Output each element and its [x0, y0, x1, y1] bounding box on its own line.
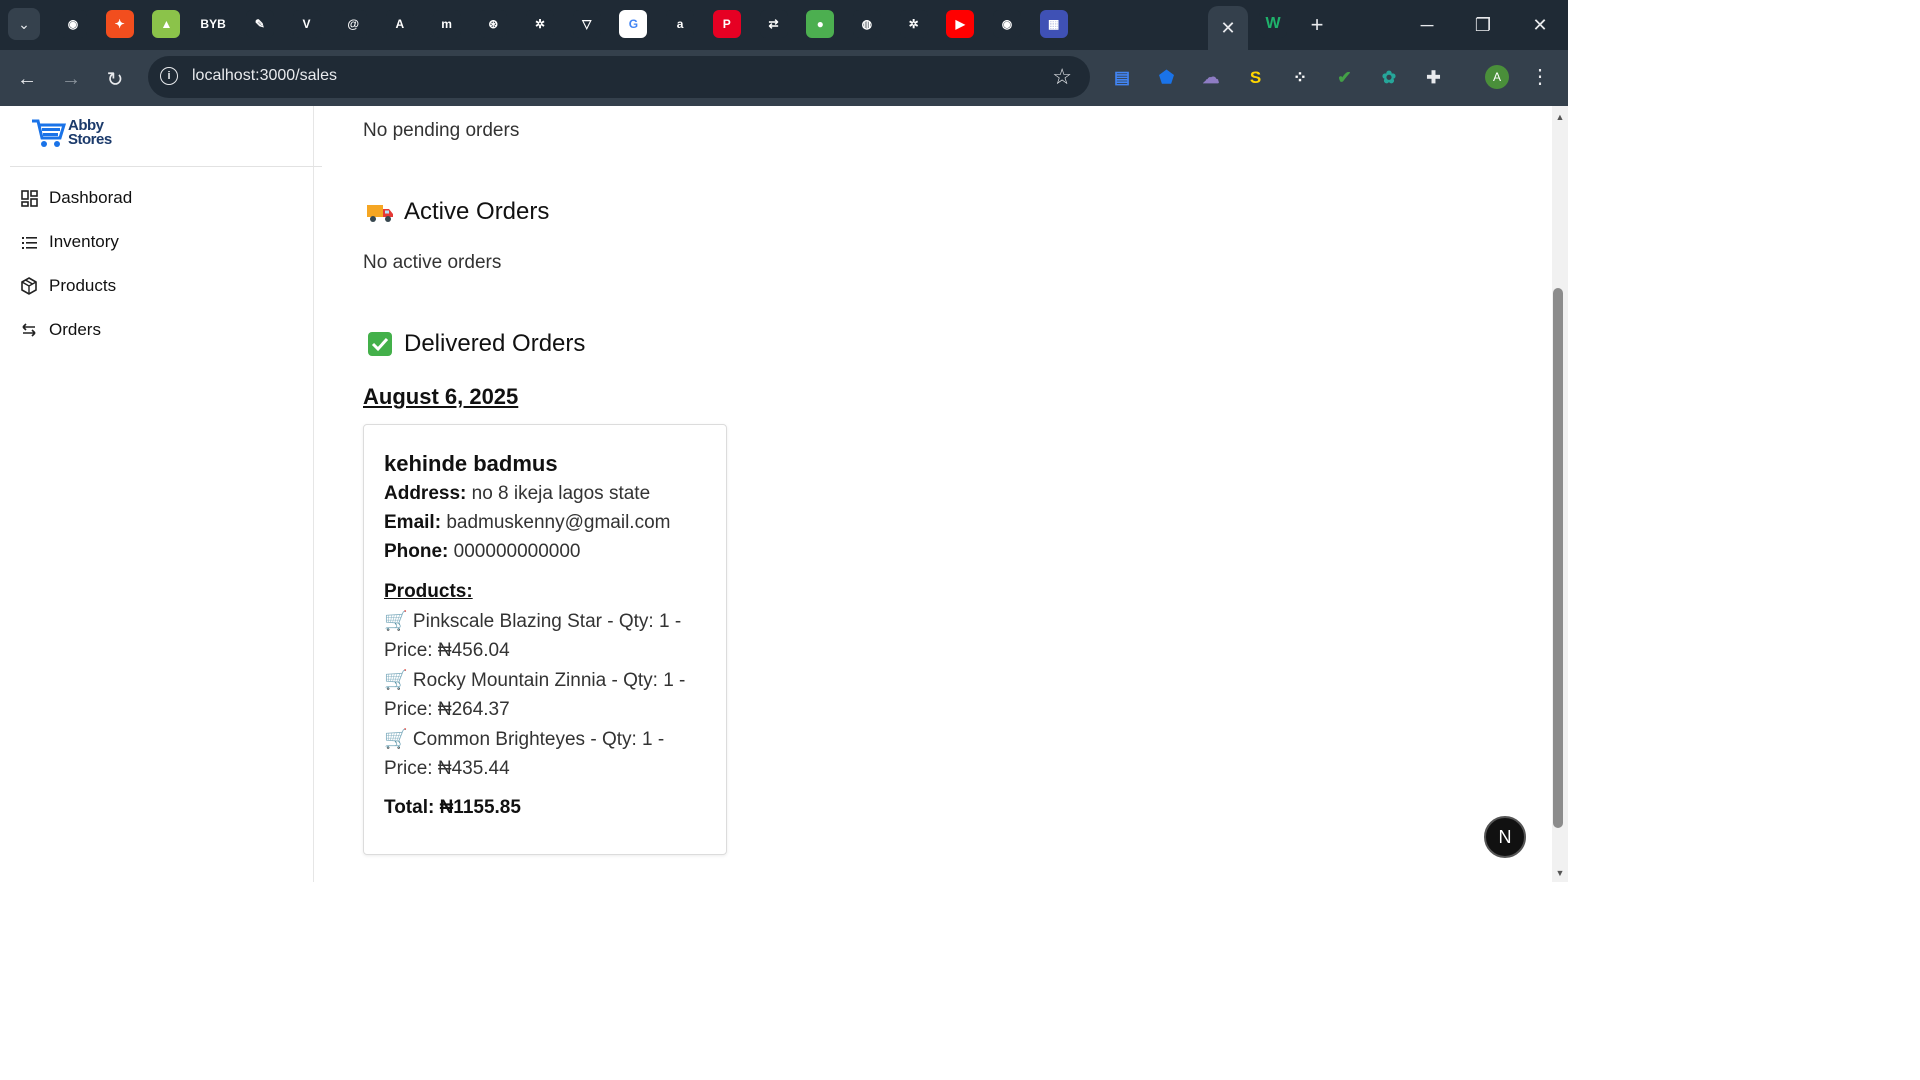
ghost-icon[interactable]: ☁: [1199, 66, 1223, 90]
sidebar-item-label: Inventory: [49, 232, 119, 251]
customer-name: kehinde badmus: [384, 451, 558, 476]
address-line: Address: no 8 ikeja lagos state: [384, 483, 650, 505]
check-box-icon: [366, 330, 394, 358]
shield-icon[interactable]: ⬟: [1155, 66, 1179, 90]
delivered-orders-title: Delivered Orders: [404, 330, 586, 357]
active-empty-text: No active orders: [363, 252, 502, 273]
email-value: badmuskenny@gmail.com: [446, 512, 671, 533]
openai-icon[interactable]: ✲: [526, 10, 554, 38]
prisma-icon[interactable]: ▽: [572, 10, 601, 38]
page-content: Abby Stores Dashborad Inventory Products: [0, 106, 1552, 882]
active-orders-heading: Active Orders: [366, 198, 549, 226]
address-bar[interactable]: i localhost:3000/sales ☆: [148, 56, 1090, 98]
address-label: Address:: [384, 483, 467, 504]
site-info-icon[interactable]: i: [160, 67, 178, 85]
google-icon[interactable]: G: [619, 10, 648, 38]
pinterest-icon[interactable]: P: [712, 10, 741, 38]
swap-arrows-icon: [20, 321, 38, 339]
order-date-heading: August 6, 2025: [363, 384, 519, 409]
bookmark-star-icon[interactable]: ☆: [1052, 64, 1072, 90]
delivered-orders-heading: Delivered Orders: [366, 330, 585, 358]
brush-icon[interactable]: ✿: [1377, 66, 1401, 90]
window-close-icon[interactable]: ✕: [1526, 12, 1554, 38]
tool-icon[interactable]: a: [666, 10, 695, 38]
order-total: Total: ₦1155.85: [384, 797, 521, 818]
sidebar-item-label: Dashborad: [49, 188, 133, 207]
phone-value: 000000000000: [453, 541, 581, 562]
profile-avatar[interactable]: A: [1485, 65, 1509, 89]
nextjs-dev-badge[interactable]: N: [1484, 816, 1526, 858]
a-logo-icon[interactable]: A: [385, 10, 414, 38]
sidebar-item-products[interactable]: Products: [20, 274, 116, 298]
github-icon[interactable]: ◉: [993, 10, 1021, 38]
active-orders-title: Active Orders: [404, 198, 550, 225]
logo-text: Abby Stores: [68, 118, 112, 148]
sidebar: Abby Stores Dashborad Inventory Products: [0, 106, 322, 882]
vercel-icon[interactable]: V: [292, 10, 321, 38]
chart-icon[interactable]: ▲: [152, 10, 181, 38]
cart-logo-icon: [32, 119, 66, 147]
circle-logo-icon[interactable]: ⊛: [479, 10, 508, 38]
products-heading: Products:: [384, 581, 473, 602]
reload-icon[interactable]: ↻: [102, 66, 128, 92]
link-icon[interactable]: ⇄: [759, 10, 788, 38]
vpn-icon[interactable]: ✔: [1333, 66, 1357, 90]
figma-icon[interactable]: ✦: [105, 10, 134, 38]
list-icon: [20, 233, 38, 251]
forward-icon[interactable]: →: [58, 66, 84, 92]
globe-icon[interactable]: ◍: [852, 10, 881, 38]
product-item: 🛒 Rocky Mountain Zinnia - Qty: 1 - Price…: [384, 670, 686, 720]
s-extension-icon[interactable]: S: [1244, 66, 1268, 90]
github-icon[interactable]: ◉: [59, 10, 87, 38]
email-label: Email:: [384, 512, 442, 533]
url-text[interactable]: localhost:3000/sales: [192, 67, 337, 85]
tab-search-icon[interactable]: ⌄: [8, 8, 40, 40]
address-value: no 8 ikeja lagos state: [471, 483, 651, 504]
sidebar-item-orders[interactable]: Orders: [20, 318, 101, 342]
product-item: 🛒 Pinkscale Blazing Star - Qty: 1 - Pric…: [384, 611, 682, 661]
scroll-down-icon[interactable]: ▼: [1552, 866, 1568, 880]
sidebar-item-label: Orders: [49, 320, 101, 339]
minimize-icon[interactable]: ─: [1413, 12, 1441, 38]
m-logo-icon[interactable]: m: [432, 10, 461, 38]
logo-line-2: Stores: [68, 131, 112, 148]
chatgpt-icon[interactable]: ✲: [899, 10, 928, 38]
sidebar-item-label: Products: [49, 276, 117, 295]
new-tab-button[interactable]: +: [1303, 12, 1331, 38]
scroll-thumb[interactable]: [1553, 288, 1563, 828]
close-tab-icon[interactable]: ✕: [1220, 18, 1235, 39]
browser-tab-bar: ⌄ ◉ ✦ ▲ BYB ✎ V @ Am ⊛ ✲ ▽ Ga P ⇄ ● ◍ ✲ ▶ ◉ ▦ ✕ W + ─ ❐ ✕: [0, 0, 1568, 50]
sidebar-divider: [10, 166, 322, 167]
green-circle-icon[interactable]: ●: [806, 10, 835, 38]
puzzle-icon[interactable]: ✚: [1422, 66, 1446, 90]
back-icon[interactable]: ←: [14, 66, 40, 92]
package-icon: [20, 277, 38, 295]
restore-icon[interactable]: ❐: [1469, 12, 1497, 38]
sidebar-item-dashboard[interactable]: Dashborad: [20, 186, 132, 210]
phone-label: Phone:: [384, 541, 449, 562]
w3-tab-icon[interactable]: W: [1259, 10, 1287, 38]
grid-icon[interactable]: ⁘: [1288, 66, 1312, 90]
orders-main: No pending orders Active Orders No activ…: [363, 106, 1513, 882]
dashboard-icon[interactable]: ▦: [1039, 10, 1068, 38]
product-item: 🛒 Common Brighteyes - Qty: 1 - Price: ₦4…: [384, 729, 665, 779]
scroll-up-icon[interactable]: ▲: [1552, 110, 1568, 124]
browser-menu-icon[interactable]: ⋮: [1530, 64, 1550, 89]
truck-icon: [366, 198, 394, 226]
sidebar-item-inventory[interactable]: Inventory: [20, 230, 119, 254]
store-logo[interactable]: Abby Stores: [30, 116, 112, 150]
order-card: kehinde badmus Address: no 8 ikeja lagos…: [363, 424, 727, 855]
browser-toolbar: ← → ↻ i localhost:3000/sales ☆ ▤ ⬟ ☁ S ⁘ ✔ ✿ ✚ …: [0, 50, 1568, 106]
pending-empty-text: No pending orders: [363, 120, 520, 141]
pen-icon[interactable]: ✎: [245, 10, 274, 38]
docs-icon[interactable]: ▤: [1110, 66, 1134, 90]
phone-line: Phone: 000000000000: [384, 541, 580, 563]
swirl-icon[interactable]: @: [339, 10, 368, 38]
youtube-icon[interactable]: ▶: [946, 10, 975, 38]
email-line: Email: badmuskenny@gmail.com: [384, 512, 670, 534]
bybit-icon[interactable]: BYB: [199, 10, 228, 38]
active-tab[interactable]: ✕: [1208, 6, 1248, 50]
dashboard-grid-icon: [20, 189, 38, 207]
